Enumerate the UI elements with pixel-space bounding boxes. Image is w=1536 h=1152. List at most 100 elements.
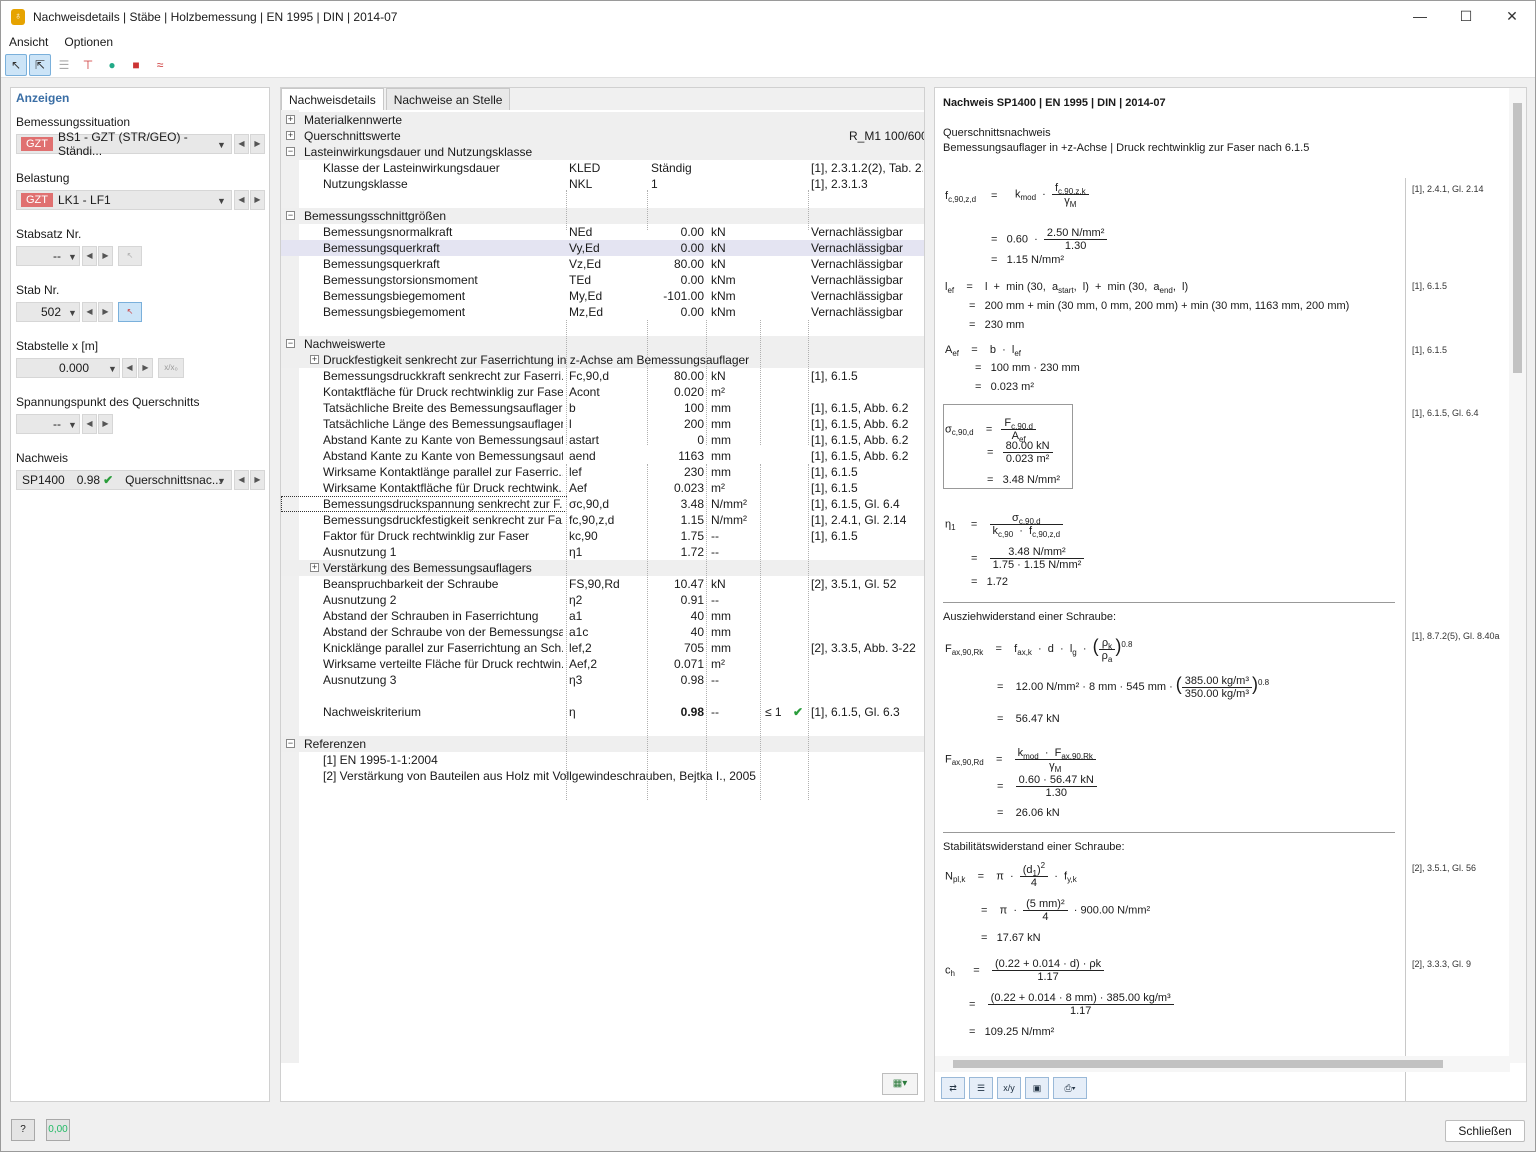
table-row[interactable]: Faktor für Druck rechtwinklig zur Faser k…: [281, 528, 924, 544]
next-arrow-icon[interactable]: ▶: [250, 470, 265, 490]
close-window-button[interactable]: ✕: [1489, 1, 1535, 32]
table-row[interactable]: Wirksame verteilte Fläche für Druck rech…: [281, 656, 924, 672]
scroll-thumb[interactable]: [1513, 103, 1522, 373]
menu-ansicht[interactable]: Ansicht: [1, 32, 56, 52]
table-row[interactable]: Klasse der Lasteinwirkungsdauer KLED Ständ…: [281, 160, 924, 176]
table-row[interactable]: Knicklänge parallel zur Faserrichtung an…: [281, 640, 924, 656]
prev-arrow-icon[interactable]: ◀: [234, 190, 249, 210]
load-select[interactable]: GZT LK1 - LF1: [16, 190, 232, 210]
tree-section-row[interactable]: − Bemessungsschnittgrößen: [281, 208, 924, 224]
table-row[interactable]: Abstand Kante zu Kante von Bemessungsauf…: [281, 432, 924, 448]
tab-nachweisdetails[interactable]: Nachweisdetails: [281, 88, 384, 110]
minimize-button[interactable]: —: [1397, 1, 1443, 32]
next-arrow-icon[interactable]: ▶: [250, 190, 265, 210]
table-row[interactable]: Beanspruchbarkeit der Schraube FS,90,Rd 10…: [281, 576, 924, 592]
pick-member-icon[interactable]: ↖: [118, 302, 142, 322]
member-section-icon[interactable]: ⊤: [77, 54, 99, 76]
table-row[interactable]: Ausnutzung 2 η2 0.91 --: [281, 592, 924, 608]
table-row[interactable]: Bemessungsnormalkraft NEd 0.00 kN Vernachläs…: [281, 224, 924, 240]
chevron-down-icon[interactable]: ▼: [217, 196, 226, 206]
table-row[interactable]: Tatsächliche Breite des Bemessungsauflag…: [281, 400, 924, 416]
table-row[interactable]: Bemessungsdruckspannung senkrecht zur F.…: [281, 496, 900, 512]
scroll-thumb[interactable]: [953, 1060, 1443, 1068]
export-table-icon[interactable]: ▦▾: [882, 1073, 918, 1095]
info-marker-icon[interactable]: ■: [125, 54, 147, 76]
table-row[interactable]: Tatsächliche Länge des Bemessungsauflage…: [281, 416, 924, 432]
tree-section-row[interactable]: + Druckfestigkeit senkrecht zur Faserrich…: [281, 352, 924, 368]
select-location-icon[interactable]: ⇱: [29, 53, 51, 76]
next-arrow-icon[interactable]: ▶: [98, 302, 113, 322]
table-row[interactable]: Kontaktfläche für Druck rechtwinklig zur…: [281, 384, 924, 400]
help-icon[interactable]: ?: [11, 1119, 35, 1141]
chevron-down-icon[interactable]: ▼: [68, 420, 77, 430]
table-row[interactable]: Bemessungsquerkraft Vz,Ed 80.00 kN Vernachlä…: [281, 256, 924, 272]
units-decimals-icon[interactable]: 0,00: [46, 1119, 70, 1141]
menu-optionen[interactable]: Optionen: [56, 32, 121, 52]
expand-icon[interactable]: +: [286, 131, 295, 140]
table-row[interactable]: Bemessungsquerkraft Vy,Ed 0.00 kN Vernachläs…: [281, 240, 924, 256]
situation-select[interactable]: GZT BS1 - GZT (STR/GEO) - Ständi...: [16, 130, 232, 158]
prev-arrow-icon[interactable]: ◀: [234, 470, 249, 490]
tab-nachweise-an-stelle[interactable]: Nachweise an Stelle: [385, 88, 511, 110]
expand-icon[interactable]: +: [310, 563, 319, 572]
table-row[interactable]: Bemessungsdruckfestigkeit senkrecht zur …: [281, 512, 924, 528]
collapse-icon[interactable]: −: [286, 147, 295, 156]
table-row[interactable]: Nutzungsklasse NKL 1 [1], 2.3.1.3: [281, 176, 924, 192]
prev-arrow-icon[interactable]: ◀: [82, 246, 97, 266]
prev-arrow-icon[interactable]: ◀: [122, 358, 137, 378]
tree-section-row[interactable]: − Lasteinwirkungsdauer und Nutzungsklasse: [281, 144, 924, 160]
collapse-icon[interactable]: −: [286, 739, 295, 748]
select-member-icon[interactable]: ↖: [5, 53, 27, 76]
numbering-icon[interactable]: ☰: [969, 1077, 993, 1099]
collapse-icon[interactable]: −: [286, 339, 295, 348]
next-arrow-icon[interactable]: ▶: [250, 134, 265, 154]
refresh-icon[interactable]: ⇄: [941, 1077, 965, 1099]
print-icon[interactable]: ⎙▾: [1053, 1077, 1087, 1099]
tree-section-row[interactable]: + Querschnittswerte R_M1 100/600: [281, 128, 924, 144]
vertical-scrollbar[interactable]: [1509, 88, 1526, 1063]
table-row[interactable]: Wirksame Kontaktlänge parallel zur Faser…: [281, 464, 924, 480]
table-row[interactable]: Wirksame Kontaktfläche für Druck rechtwi…: [281, 480, 924, 496]
next-arrow-icon[interactable]: ▶: [138, 358, 153, 378]
table-row[interactable]: Nachweiskriterium η 0.98 -- ≤ 1 ✔ [1], 6.1.5, …: [281, 704, 924, 720]
table-row[interactable]: Bemessungsbiegemoment Mz,Ed 0.00 kNm Vernach…: [281, 304, 924, 320]
check-select[interactable]: SP1400 0.98 ✔ Querschnittsnac...: [16, 470, 232, 490]
location-select[interactable]: 0.000: [16, 358, 120, 378]
chevron-down-icon[interactable]: ▼: [217, 140, 226, 150]
frame-icon[interactable]: ▣: [1025, 1077, 1049, 1099]
table-row[interactable]: Ausnutzung 1 η1 1.72 --: [281, 544, 924, 560]
formula-icon[interactable]: x/y: [997, 1077, 1021, 1099]
pick-set-icon[interactable]: ↖: [118, 246, 142, 266]
next-arrow-icon[interactable]: ▶: [98, 414, 113, 434]
tree-section-row[interactable]: + Materialkennwerte: [281, 112, 924, 128]
tree-section-row[interactable]: − Referenzen: [281, 736, 924, 752]
table-row[interactable]: [1] EN 1995-1-1:2004: [281, 752, 924, 768]
color-scale-icon[interactable]: ●: [101, 54, 123, 76]
table-row[interactable]: Abstand der Schrauben in Faserrichtung a1…: [281, 608, 924, 624]
table-row[interactable]: Abstand Kante zu Kante von Bemessungsauf…: [281, 448, 924, 464]
tree-section-row[interactable]: + Verstärkung des Bemessungsauflagers: [281, 560, 924, 576]
prev-arrow-icon[interactable]: ◀: [82, 414, 97, 434]
table-row[interactable]: Bemessungsdruckkraft senkrecht zur Faser…: [281, 368, 924, 384]
maximize-button[interactable]: ☐: [1443, 1, 1489, 32]
results-table-icon[interactable]: ☰: [53, 54, 75, 76]
prev-arrow-icon[interactable]: ◀: [82, 302, 97, 322]
table-row[interactable]: Abstand der Schraube von der Bemessungsa…: [281, 624, 924, 640]
close-button[interactable]: Schließen: [1445, 1120, 1525, 1142]
tree-section-row[interactable]: − Nachweiswerte: [281, 336, 924, 352]
horizontal-scrollbar[interactable]: [935, 1056, 1510, 1072]
table-row[interactable]: Bemessungstorsionsmoment TEd 0.00 kNm Vernac…: [281, 272, 924, 288]
table-row[interactable]: [2] Verstärkung von Bauteilen aus Holz m…: [281, 768, 924, 784]
table-row[interactable]: Bemessungsbiegemoment My,Ed -101.00 kNm Vern…: [281, 288, 924, 304]
chevron-down-icon[interactable]: ▼: [217, 476, 226, 486]
next-arrow-icon[interactable]: ▶: [98, 246, 113, 266]
table-row[interactable]: Ausnutzung 3 η3 0.98 --: [281, 672, 924, 688]
diagram-icon[interactable]: ≈: [149, 54, 171, 76]
relative-location-button[interactable]: x/x₀: [158, 358, 184, 378]
collapse-icon[interactable]: −: [286, 211, 295, 220]
chevron-down-icon[interactable]: ▼: [68, 308, 77, 318]
chevron-down-icon[interactable]: ▼: [68, 252, 77, 262]
expand-icon[interactable]: +: [286, 115, 295, 124]
chevron-down-icon[interactable]: ▼: [108, 364, 117, 374]
expand-icon[interactable]: +: [310, 355, 319, 364]
